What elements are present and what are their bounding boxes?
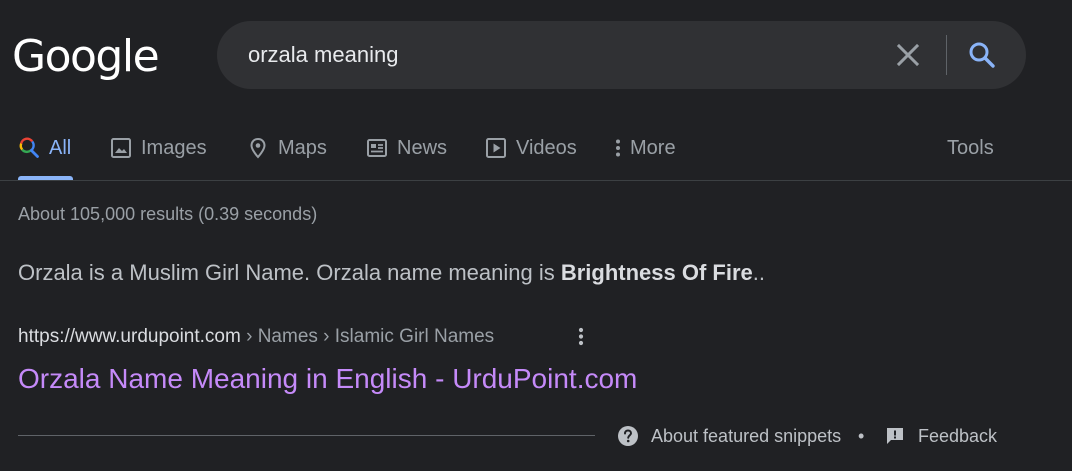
tab-more[interactable]: More bbox=[612, 127, 676, 181]
tab-all[interactable]: All bbox=[18, 127, 73, 181]
tab-label: News bbox=[397, 137, 448, 159]
google-logo[interactable]: Google bbox=[12, 30, 160, 84]
featured-snippet: Orzala is a Muslim Girl Name. Orzala nam… bbox=[18, 260, 765, 286]
feedback-link[interactable]: Feedback bbox=[885, 424, 997, 448]
result-breadcrumbs: › Names › Islamic Girl Names bbox=[240, 326, 495, 347]
help-icon bbox=[618, 426, 638, 446]
tab-label: More bbox=[630, 137, 676, 159]
result-options-button[interactable] bbox=[571, 325, 591, 349]
result-title-link[interactable]: Orzala Name Meaning in English - UrduPoi… bbox=[18, 362, 637, 396]
tools-button[interactable]: Tools bbox=[947, 137, 994, 159]
tab-label: Videos bbox=[516, 137, 577, 159]
map-pin-icon bbox=[250, 137, 266, 159]
clear-search-button[interactable] bbox=[892, 39, 924, 71]
more-vert-icon bbox=[578, 327, 584, 346]
tab-label: Images bbox=[141, 137, 207, 159]
result-source[interactable]: https://www.urdupoint.com › Names › Isla… bbox=[18, 325, 494, 349]
about-featured-snippets-link[interactable]: About featured snippets bbox=[617, 424, 841, 448]
result-stats: About 105,000 results (0.39 seconds) bbox=[18, 204, 318, 224]
video-icon bbox=[486, 138, 506, 158]
close-icon bbox=[896, 43, 920, 67]
tab-news[interactable]: News bbox=[366, 127, 447, 181]
tab-label: All bbox=[49, 137, 72, 159]
more-vert-icon bbox=[616, 139, 620, 157]
tabs-divider bbox=[0, 180, 1072, 181]
result-url: https://www.urdupoint.com bbox=[18, 326, 241, 347]
snippet-highlight: Brightness Of Fire bbox=[560, 260, 753, 285]
search-button[interactable] bbox=[964, 37, 1000, 73]
search-input[interactable] bbox=[248, 41, 848, 69]
about-snippets-label: About featured snippets bbox=[651, 425, 842, 446]
tab-videos[interactable]: Videos bbox=[485, 127, 577, 181]
news-icon bbox=[367, 139, 387, 157]
tab-images[interactable]: Images bbox=[110, 127, 207, 181]
search-bar bbox=[217, 21, 1026, 89]
footer-separator: • bbox=[858, 426, 865, 446]
search-multicolor-icon bbox=[19, 137, 39, 158]
snippet-suffix: .. bbox=[752, 260, 765, 285]
tab-maps[interactable]: Maps bbox=[247, 127, 327, 181]
snippet-footer-divider bbox=[18, 435, 595, 436]
search-icon bbox=[969, 42, 995, 68]
snippet-text: Orzala is a Muslim Girl Name. Orzala nam… bbox=[18, 260, 561, 285]
feedback-label: Feedback bbox=[918, 425, 998, 446]
feedback-icon bbox=[887, 428, 903, 444]
image-icon bbox=[111, 138, 131, 158]
search-tabs: All Images Maps News Videos More Tools bbox=[18, 127, 1028, 181]
tab-label: Maps bbox=[278, 137, 327, 159]
search-results-page: Google All bbox=[0, 0, 1072, 471]
search-bar-divider bbox=[946, 35, 947, 75]
